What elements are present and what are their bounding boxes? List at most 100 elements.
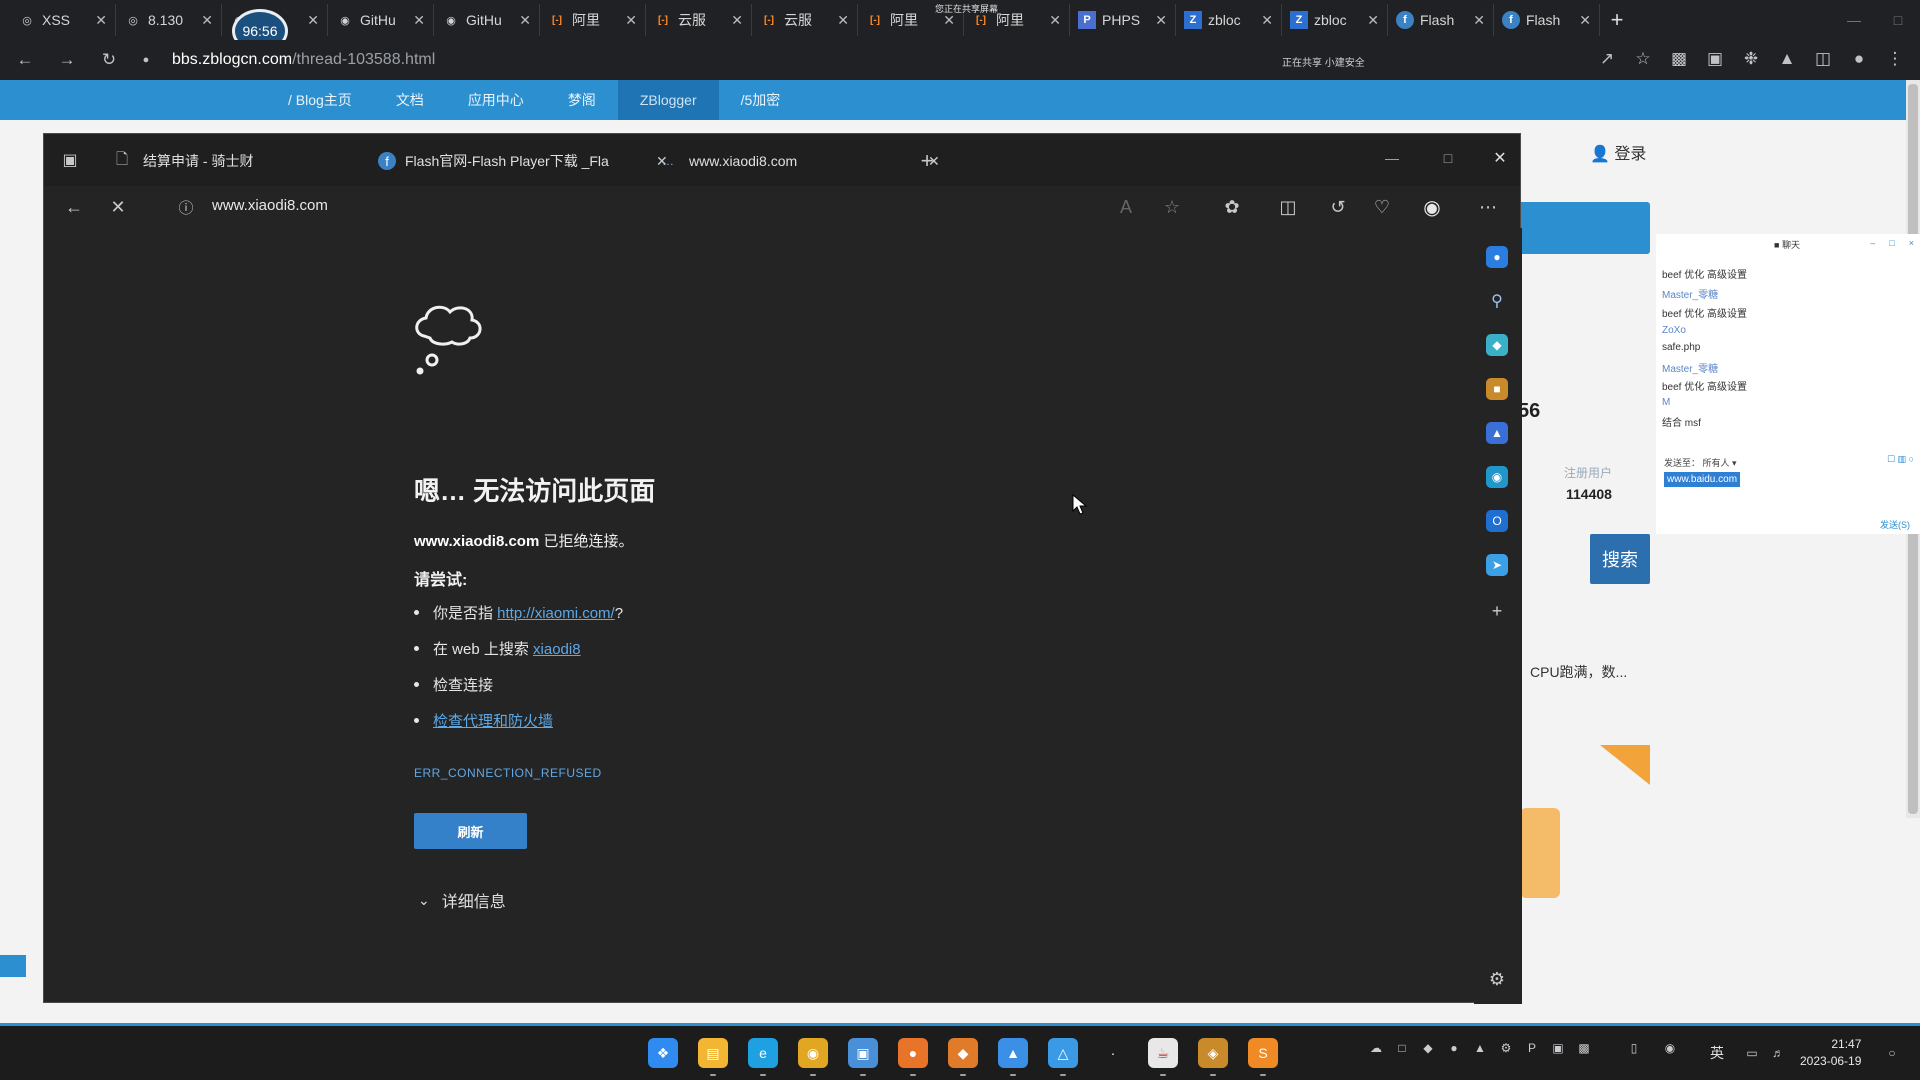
firefox-icon[interactable]: ●	[898, 1038, 928, 1068]
game-icon[interactable]: ◈	[1198, 1038, 1228, 1068]
extension-a-icon[interactable]: ▩	[1668, 48, 1690, 70]
php-tray-icon[interactable]: P	[1524, 1040, 1540, 1056]
chrome-icon[interactable]: ◉	[798, 1038, 828, 1068]
notifications-bell-icon[interactable]: ●	[1486, 246, 1508, 268]
nav-item-apps[interactable]: 应用中心	[446, 80, 546, 120]
profile-icon[interactable]: ●	[1848, 48, 1870, 70]
web-search-link[interactable]: xiaodi8	[533, 641, 581, 658]
maximize-icon[interactable]: □	[1436, 146, 1460, 170]
chat-tools-icons[interactable]: ☐ ▥ ○	[1887, 454, 1914, 465]
edge-tab-2[interactable]: f Flash官网-Flash Player下载 _Fla ✕	[378, 146, 668, 176]
login-link[interactable]: 👤 登录	[1590, 140, 1646, 164]
reload-icon[interactable]: ↻	[98, 49, 120, 71]
sidebar-settings-icon[interactable]: ⚙	[1486, 968, 1508, 990]
edge-address-bar[interactable]: www.xiaodi8.com	[212, 197, 328, 214]
check-proxy-firewall-link[interactable]: 检查代理和防火墙	[433, 710, 553, 731]
search-button[interactable]: 搜索	[1590, 534, 1650, 584]
outer-tab[interactable]: ◉ GitHu ✕	[434, 4, 540, 36]
read-aloud-icon[interactable]: A	[1114, 195, 1138, 219]
outer-tab[interactable]: ◎ XSS ✕	[10, 4, 116, 36]
sublime-icon[interactable]: S	[1248, 1038, 1278, 1068]
bookmark-star-icon[interactable]: ☆	[1632, 48, 1654, 70]
outer-tab[interactable]: [-] 阿里 ✕	[540, 4, 646, 36]
burpsuite-icon[interactable]: ◆	[948, 1038, 978, 1068]
close-window-icon[interactable]: ✕	[1488, 146, 1512, 170]
add-icon[interactable]: +	[1486, 600, 1508, 622]
tab-actions-icon[interactable]: ▣	[58, 148, 82, 172]
outer-tab[interactable]: Zzbloc ✕	[1282, 4, 1388, 36]
extension-c-icon[interactable]: ❉	[1740, 48, 1762, 70]
lock-icon[interactable]: ●	[140, 49, 152, 71]
extensions-puzzle-icon[interactable]: ▲	[1776, 48, 1798, 70]
remote-desktop-icon[interactable]: ▣	[848, 1038, 878, 1068]
chat-send-to[interactable]: 发送至： 所有人 ▾	[1664, 456, 1737, 469]
phone-icon[interactable]: ▯	[1626, 1040, 1642, 1056]
outer-tab[interactable]: [-] 云服 ✕	[646, 4, 752, 36]
system-clock[interactable]: 21:47 2023-06-19	[1800, 1036, 1861, 1070]
close-icon[interactable]: ✕	[307, 12, 319, 29]
chat-close-icon[interactable]: ×	[1909, 238, 1914, 248]
nav-item-blog[interactable]: / Blog主页	[266, 80, 374, 120]
site-info-icon[interactable]: ⓘ	[174, 195, 198, 219]
partial-post-text[interactable]: CPU跑满，数...	[1530, 662, 1627, 682]
side-tab[interactable]	[0, 955, 26, 977]
back-icon[interactable]: ←	[14, 49, 36, 71]
close-icon[interactable]: ✕	[1049, 12, 1061, 29]
chat-maximize-icon[interactable]: □	[1889, 238, 1894, 248]
outer-tab[interactable]: f Flash ✕	[1494, 4, 1600, 36]
outer-tab[interactable]: ◉ GitHu ✕	[328, 4, 434, 36]
outer-tab[interactable]: [-] 云服 ✕	[752, 4, 858, 36]
suggested-url-link[interactable]: http://xiaomi.com/	[497, 605, 615, 622]
menu-dots-icon[interactable]: ⋮	[1884, 48, 1906, 70]
display-tray-icon[interactable]: ▩	[1576, 1040, 1592, 1056]
minimize-icon[interactable]: —	[1832, 12, 1876, 28]
onedrive-icon[interactable]: ☁	[1368, 1040, 1384, 1056]
favorite-star-icon[interactable]: ☆	[1160, 195, 1184, 219]
network-tray-icon[interactable]: ▣	[1550, 1040, 1566, 1056]
edge-tab-1[interactable]: 🗋 结算申请 - 骑士财 ✕	[110, 146, 394, 176]
pin-tray-icon[interactable]: ▲	[1472, 1040, 1488, 1056]
back-icon[interactable]: ←	[62, 195, 86, 219]
forward-icon[interactable]: →	[56, 49, 78, 71]
search-icon[interactable]: ⚲	[1486, 290, 1508, 312]
close-icon[interactable]: ✕	[1367, 12, 1379, 29]
outlook-icon[interactable]: O	[1486, 510, 1508, 532]
input-language[interactable]: 英	[1710, 1043, 1724, 1063]
java-icon[interactable]: ☕	[1148, 1038, 1178, 1068]
outer-address-bar[interactable]: bbs.zblogcn.com/thread-103588.html	[172, 51, 435, 69]
office-icon[interactable]: ◉	[1486, 466, 1508, 488]
outer-tab[interactable]: Zzbloc ✕	[1176, 4, 1282, 36]
extension-b-icon[interactable]: ▣	[1704, 48, 1726, 70]
close-icon[interactable]: ✕	[1473, 12, 1485, 29]
gear-tray-icon[interactable]: ⚙	[1498, 1040, 1514, 1056]
new-tab-icon[interactable]: +	[1600, 7, 1634, 33]
outer-tab[interactable]: f Flash ✕	[1388, 4, 1494, 36]
blank-app-icon[interactable]: ·	[1098, 1038, 1128, 1068]
outer-tab[interactable]: P PHPS ✕	[1070, 4, 1176, 36]
close-icon[interactable]: ✕	[519, 12, 531, 29]
new-tab-icon[interactable]: +	[915, 148, 939, 173]
people-icon[interactable]: ▲	[1486, 422, 1508, 444]
file-explorer-icon[interactable]: ▤	[698, 1038, 728, 1068]
performance-icon[interactable]: ♡	[1370, 195, 1394, 219]
close-icon[interactable]: ✕	[95, 12, 107, 29]
maximize-icon[interactable]: □	[1876, 12, 1920, 28]
nav-item-docs[interactable]: 文档	[374, 80, 446, 120]
notification-icon[interactable]: ○	[1884, 1045, 1900, 1061]
shopping-tag-icon[interactable]: ◆	[1486, 334, 1508, 356]
refresh-button[interactable]: 刷新	[414, 813, 527, 849]
chat-minimize-icon[interactable]: –	[1870, 238, 1875, 248]
start-icon[interactable]: ❖	[648, 1038, 678, 1068]
details-toggle[interactable]: ⌄ 详细信息	[418, 888, 506, 912]
close-icon[interactable]: ✕	[1579, 12, 1591, 29]
outer-tab[interactable]: ◎ 8.130 ✕	[116, 4, 222, 36]
profile-avatar-icon[interactable]: ◉	[1420, 195, 1444, 219]
volume-icon[interactable]: ♬	[1770, 1045, 1786, 1061]
shield-icon[interactable]: ◆	[1420, 1040, 1436, 1056]
tools-briefcase-icon[interactable]: ■	[1486, 378, 1508, 400]
edge-tab-3-active[interactable]: … www.xiaodi8.com ✕	[656, 146, 940, 176]
close-icon[interactable]: ✕	[201, 12, 213, 29]
close-icon[interactable]: ✕	[413, 12, 425, 29]
tray-app-icon[interactable]: □	[1394, 1040, 1410, 1056]
send-plane-icon[interactable]: ➤	[1486, 554, 1508, 576]
